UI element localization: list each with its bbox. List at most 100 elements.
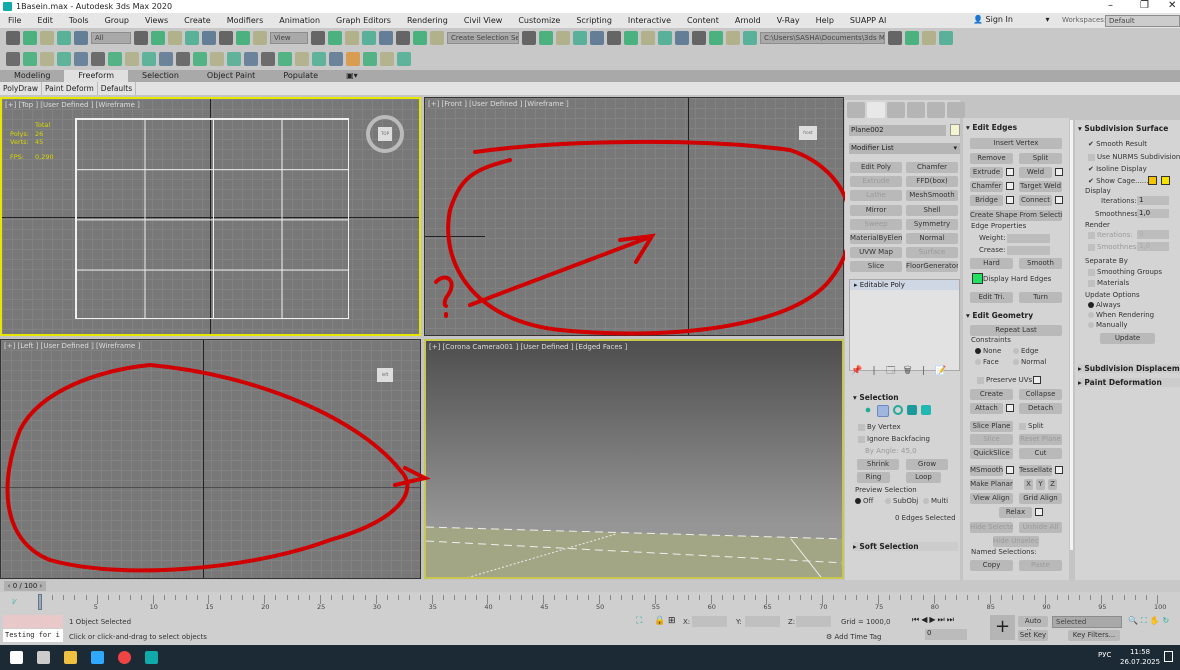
isolate-icon[interactable]: ⛶ [636, 616, 642, 626]
slice-plane-button[interactable]: Slice Plane [970, 421, 1013, 432]
checkbox-box[interactable] [1019, 422, 1026, 430]
modifier-button-chamfer[interactable]: Chamfer [906, 162, 958, 173]
remove-button[interactable]: Remove [970, 153, 1013, 164]
stack-tools[interactable]: 📌❘🗔🗑❘📝 [851, 363, 954, 379]
key-mode-dropdown[interactable]: Selected [1052, 616, 1122, 628]
viewport-front[interactable]: [+] [Front ] [User Defined ] [Wireframe … [424, 97, 844, 336]
project-folder-dropdown[interactable]: C:\Users\SASHA\Documents\3ds Max 2020 [760, 32, 885, 44]
grow-button[interactable]: Grow [906, 459, 948, 470]
tessellate-settings-button[interactable] [1055, 466, 1063, 474]
always-radio[interactable]: Always [1088, 301, 1121, 309]
viewport-label[interactable]: [+] [Front ] [User Defined ] [Wireframe … [428, 100, 569, 108]
viewport-left[interactable]: [+] [Left ] [User Defined ] [Wireframe ]… [0, 339, 421, 579]
snap-3d-icon[interactable] [362, 31, 376, 45]
rendered-frame-icon[interactable] [692, 31, 706, 45]
create-shape-button[interactable]: Create Shape From Selection [970, 210, 1062, 221]
add-time-tag[interactable]: ⚙ Add Time Tag [826, 633, 882, 641]
z-button[interactable]: Z [1048, 479, 1057, 490]
menu-create[interactable]: Create [176, 16, 219, 25]
grid-c-icon[interactable] [329, 52, 343, 66]
subdivision-displacement-rollout[interactable]: ▸ Subdivision Displacemer [1078, 364, 1180, 373]
bulb-icon[interactable] [193, 52, 207, 66]
edit-tri-button[interactable]: Edit Tri. [970, 292, 1013, 303]
teapot-icon[interactable] [261, 52, 275, 66]
tree-icon[interactable] [74, 52, 88, 66]
key-filters-button[interactable]: Key Filters... [1068, 630, 1120, 641]
border-mode-icon[interactable] [893, 405, 903, 415]
unlink-icon[interactable] [57, 31, 71, 45]
render-smoothness[interactable]: Smoothness: [1088, 243, 1142, 251]
stack-item-editable-poly[interactable]: ▸ Editable Poly [850, 280, 959, 290]
absolute-mode-icon[interactable]: ⊞ [668, 616, 676, 626]
copy-button[interactable]: Copy [970, 560, 1013, 571]
extrude-settings-button[interactable] [1006, 168, 1014, 176]
task-view-icon[interactable] [37, 651, 50, 664]
chamfer-settings-button[interactable] [1006, 182, 1014, 190]
open-project-icon[interactable] [905, 31, 919, 45]
menu-views[interactable]: Views [137, 16, 176, 25]
bind-spacewarp-icon[interactable] [74, 31, 88, 45]
named-selection-dropdown[interactable]: Create Selection Se [447, 32, 519, 44]
utilities-tab-icon[interactable] [947, 102, 965, 118]
schematic-view-icon[interactable] [641, 31, 655, 45]
smoothness-spinner[interactable]: 1,0 [1137, 209, 1169, 218]
render-iterations[interactable]: Iterations: [1088, 231, 1133, 239]
scale-icon[interactable] [236, 31, 250, 45]
viewport-label[interactable]: [+] [Top ] [User Defined ] [Wireframe ] [5, 101, 140, 109]
spinner-snap-icon[interactable] [413, 31, 427, 45]
modifier-button-mirror[interactable]: Mirror [850, 204, 902, 216]
render-smoothness-spinner[interactable]: 1,0 [1137, 242, 1169, 251]
gear-icon[interactable] [57, 52, 71, 66]
workspace-select[interactable]: Default [1105, 15, 1180, 27]
menu-modifiers[interactable]: Modifiers [219, 16, 272, 25]
vertex-mode-icon[interactable] [863, 405, 873, 415]
hard-edge-color-swatch[interactable] [972, 273, 983, 284]
modify-tab-icon[interactable] [867, 102, 885, 118]
viewport-label[interactable]: [+] [Corona Camera001 ] [User Defined ] … [429, 343, 627, 351]
forest-icon[interactable] [363, 52, 377, 66]
ribbon-tab-object-paint[interactable]: Object Paint [193, 70, 269, 82]
grid-b-icon[interactable] [312, 52, 326, 66]
plugin-icon[interactable] [91, 52, 105, 66]
when-rendering-radio[interactable]: When Rendering [1088, 311, 1154, 319]
object-color-swatch[interactable] [950, 124, 960, 136]
cage-color-1[interactable] [1148, 176, 1157, 185]
edge-mode-icon[interactable] [877, 405, 889, 417]
camera-icon[interactable] [6, 52, 20, 66]
msmooth-settings-button[interactable] [1006, 466, 1014, 474]
selection-rollout-header[interactable]: ▾ Selection [853, 393, 899, 402]
weight-spinner[interactable] [1007, 234, 1050, 243]
modifier-button-shell[interactable]: Shell [906, 204, 958, 216]
menu-file[interactable]: File [0, 16, 29, 25]
modifier-button-extrude[interactable]: Extrude [850, 176, 902, 188]
smoothing-groups-checkbox[interactable]: Smoothing Groups [1088, 268, 1162, 276]
smooth-button[interactable]: Smooth [1019, 258, 1062, 269]
by-angle-spinner[interactable]: 45,0 [901, 447, 917, 455]
playback-controls[interactable]: ⏮◀▶⏭⏭ [912, 615, 956, 625]
rotate-icon[interactable] [219, 31, 233, 45]
ribbon-subtab-polydraw[interactable]: PolyDraw [0, 82, 42, 95]
loop-button[interactable]: Loop [906, 472, 941, 483]
insert-vertex-button[interactable]: Insert Vertex [970, 138, 1062, 149]
auto-key-button[interactable]: Auto Key [1018, 616, 1048, 636]
timeline-track[interactable]: ⁞⁄ 0510152025303540455055606570758085909… [0, 592, 1180, 612]
viewcube-compass[interactable]: TOP [366, 115, 404, 153]
plane-wireframe[interactable] [75, 118, 349, 319]
manually-radio[interactable]: Manually [1088, 321, 1128, 329]
relax-button[interactable]: Relax [999, 507, 1032, 518]
menu-tools[interactable]: Tools [61, 16, 97, 25]
z-field[interactable] [796, 616, 831, 627]
modifier-button-symmetry[interactable]: Symmetry [906, 218, 958, 230]
modifier-button-surface[interactable]: Surface [906, 247, 958, 259]
project-folder-icon[interactable] [888, 31, 902, 45]
hide-unselected-button[interactable]: Hide Unselected [993, 536, 1039, 547]
scene-explorer-icon[interactable] [556, 31, 570, 45]
render-iterative-icon[interactable] [726, 31, 740, 45]
weld-settings-button[interactable] [1055, 168, 1063, 176]
viewport-camera[interactable]: [+] [Corona Camera001 ] [User Defined ] … [424, 339, 844, 579]
connect-button[interactable]: Connect [1019, 195, 1052, 206]
ribbon-tab-freeform[interactable]: Freeform [64, 70, 129, 82]
bridge-settings-button[interactable] [1006, 196, 1014, 204]
paint-deformation-rollout[interactable]: ▸ Paint Deformation [1078, 378, 1180, 387]
phone-icon[interactable] [125, 52, 139, 66]
